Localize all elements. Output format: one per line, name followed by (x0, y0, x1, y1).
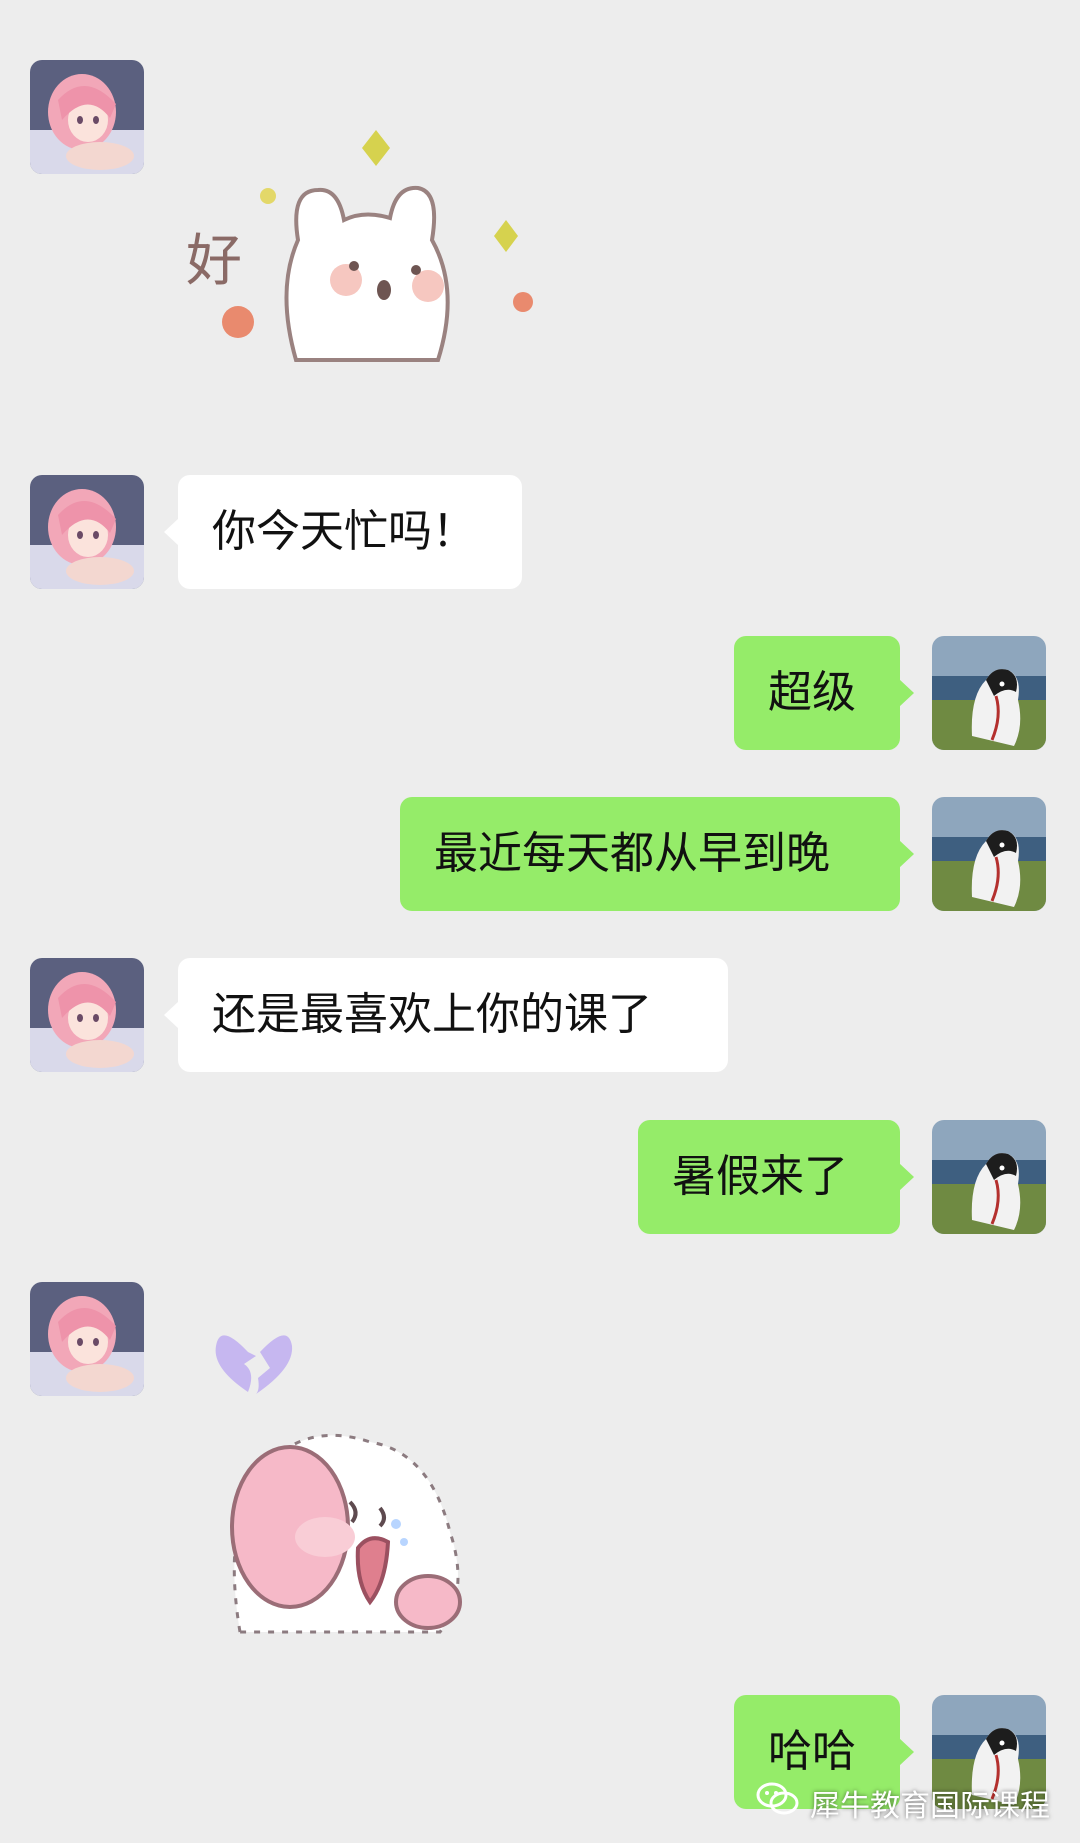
outgoing-message-bubble[interactable]: 超级 (734, 636, 914, 750)
watermark: 犀牛教育国际课程 (756, 1777, 1050, 1829)
message-row: 还是最喜欢上你的课了 (0, 958, 1080, 1072)
top-edge (0, 0, 1080, 12)
message-row: 最近每天都从早到晚 (0, 797, 1080, 911)
husky-dog-avatar[interactable] (932, 636, 1046, 750)
anime-girl-avatar[interactable] (30, 60, 144, 174)
anime-girl-avatar[interactable] (30, 475, 144, 589)
message-row: 超级 (0, 636, 1080, 750)
message-row: 好 (0, 60, 1080, 400)
husky-dog-avatar[interactable] (932, 1120, 1046, 1234)
incoming-message-bubble[interactable]: 还是最喜欢上你的课了 (164, 958, 728, 1072)
outgoing-message-bubble[interactable]: 最近每天都从早到晚 (400, 797, 914, 911)
anime-girl-avatar[interactable] (30, 1282, 144, 1396)
wechat-icon (756, 1779, 800, 1827)
anime-girl-avatar[interactable] (30, 958, 144, 1072)
watermark-text: 犀牛教育国际课程 (810, 1789, 1050, 1824)
incoming-message-bubble[interactable]: 你今天忙吗！ (164, 475, 522, 589)
sticker-text: 好 (186, 229, 242, 294)
message-row: 你今天忙吗！ (0, 475, 1080, 589)
message-row: 暑假来了 (0, 1120, 1080, 1234)
message-row (0, 1282, 1080, 1662)
husky-dog-avatar[interactable] (932, 797, 1046, 911)
bunny-crying-broken-heart-sticker[interactable] (200, 1312, 520, 1652)
bunny-good-sticker[interactable]: 好 (178, 90, 558, 390)
outgoing-message-bubble[interactable]: 暑假来了 (638, 1120, 914, 1234)
